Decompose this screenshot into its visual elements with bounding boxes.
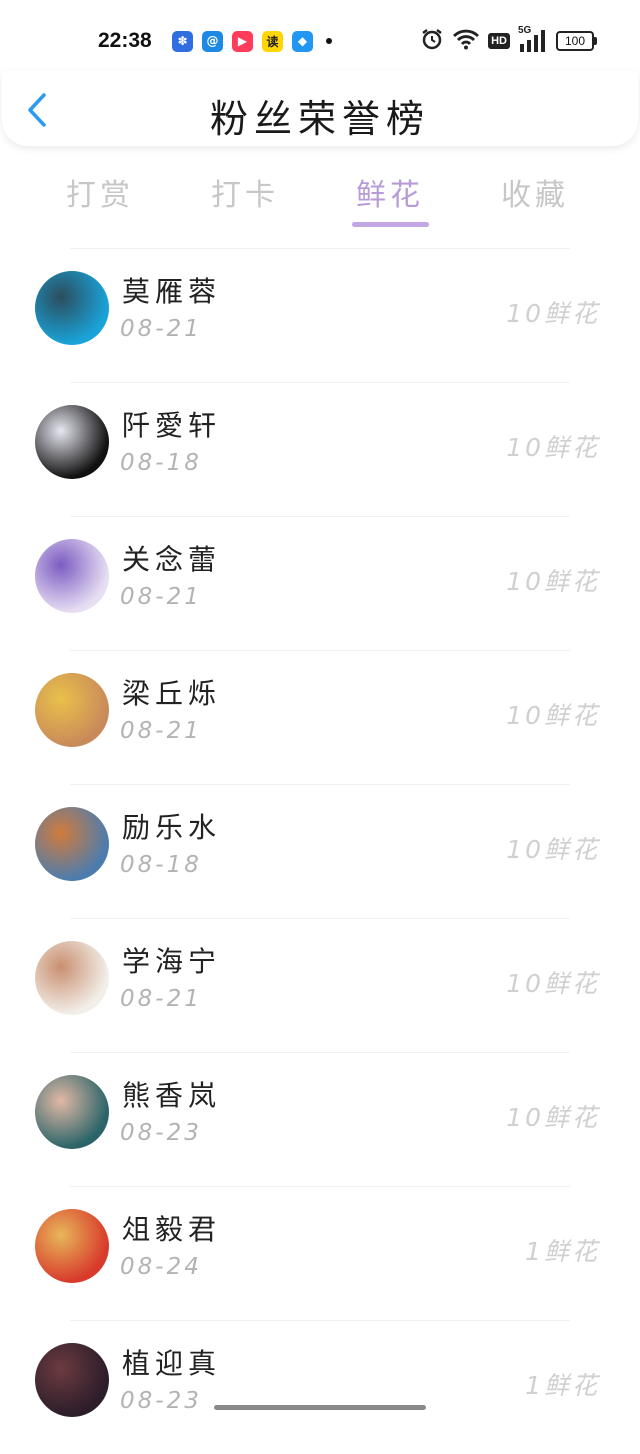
fan-list-item[interactable]: 莫雁蓉 08-21 10鲜花 [0, 248, 640, 382]
fan-date: 08-18 [120, 852, 202, 878]
fan-list-item[interactable]: 阡愛轩 08-18 10鲜花 [0, 382, 640, 516]
fan-date: 08-24 [120, 1254, 202, 1280]
page-title: 粉丝荣誉榜 [209, 97, 430, 141]
fan-name: 俎毅君 [122, 1213, 222, 1246]
fan-date: 08-18 [120, 450, 202, 476]
fan-list-item[interactable]: 俎毅君 08-24 1鲜花 [0, 1186, 640, 1320]
fan-list-item[interactable]: 植迎真 08-23 1鲜花 [0, 1320, 640, 1454]
avatar-hamster-icon[interactable] [35, 673, 109, 747]
fan-name: 梁丘烁 [122, 677, 222, 710]
fan-date: 08-23 [120, 1120, 202, 1146]
fan-date: 08-23 [120, 1388, 202, 1414]
fan-date: 08-21 [120, 718, 202, 744]
fan-name: 关念蕾 [122, 543, 222, 576]
avatar-woman-icon[interactable] [35, 1075, 109, 1149]
fan-name: 植迎真 [122, 1347, 222, 1380]
avatar-anime-girl-icon[interactable] [35, 539, 109, 613]
fan-name: 莫雁蓉 [122, 275, 222, 308]
avatar-sunglasses-icon[interactable] [35, 1209, 109, 1283]
fan-name: 学海宁 [122, 945, 222, 978]
status-time: 22:38 [98, 29, 152, 52]
read-app-icon: 读 [262, 30, 283, 52]
fan-list-item[interactable]: 学海宁 08-21 10鲜花 [0, 918, 640, 1052]
qq-browser-icon: @ [202, 30, 223, 52]
avatar-city-sunset-icon[interactable] [35, 807, 109, 881]
wifi-icon [452, 28, 480, 54]
tab-checkin[interactable]: 打卡 [195, 170, 295, 214]
fan-list-item[interactable]: 梁丘烁 08-21 10鲜花 [0, 650, 640, 784]
status-bar: 22:38 ✽ @ ▶ 读 ◆ HD 5G 100 [0, 0, 640, 70]
flower-count: 10鲜花 [506, 969, 600, 998]
fan-name: 励乐水 [122, 811, 222, 844]
battery-icon: 100 [556, 31, 597, 51]
video-play-icon: ▶ [232, 30, 253, 52]
fan-date: 08-21 [120, 986, 202, 1012]
avatar-night-forest-icon[interactable] [35, 1343, 109, 1417]
alarm-icon [420, 27, 444, 55]
avatar-ocean-icon[interactable] [35, 271, 109, 345]
fan-name: 阡愛轩 [122, 409, 222, 442]
flower-count: 1鲜花 [525, 1237, 600, 1266]
fan-name: 熊香岚 [122, 1079, 222, 1112]
tab-flowers[interactable]: 鲜花 [340, 170, 440, 214]
flower-count: 10鲜花 [506, 835, 600, 864]
flower-count: 10鲜花 [506, 299, 600, 328]
battery-level: 100 [564, 34, 586, 48]
flower-count: 10鲜花 [506, 567, 600, 596]
leaf-app-icon: ◆ [292, 30, 313, 52]
more-notifications-dot [326, 38, 332, 44]
tab-bar: 打赏 打卡 鲜花 收藏 [50, 164, 590, 234]
header-bar: 粉丝荣誉榜 [2, 70, 638, 146]
flower-count: 10鲜花 [506, 701, 600, 730]
flower-count: 10鲜花 [506, 1103, 600, 1132]
fan-list-item[interactable]: 励乐水 08-18 10鲜花 [0, 784, 640, 918]
tab-favorites[interactable]: 收藏 [485, 170, 585, 214]
baidu-paw-icon: ✽ [172, 30, 193, 52]
fan-date: 08-21 [120, 316, 202, 342]
flower-count: 1鲜花 [525, 1371, 600, 1400]
fan-list-item[interactable]: 熊香岚 08-23 10鲜花 [0, 1052, 640, 1186]
fan-list-item[interactable]: 关念蕾 08-21 10鲜花 [0, 516, 640, 650]
avatar-portrait-icon[interactable] [35, 405, 109, 479]
home-indicator[interactable] [214, 1405, 426, 1410]
hd-badge: HD [488, 33, 510, 49]
notification-icons: ✽ @ ▶ 读 ◆ [172, 30, 332, 52]
signal-icon: 5G [518, 25, 548, 53]
flower-count: 10鲜花 [506, 433, 600, 462]
system-icons: HD 5G 100 [420, 25, 597, 55]
avatar-cartoon-icon[interactable] [35, 941, 109, 1015]
fan-date: 08-21 [120, 584, 202, 610]
tab-tip[interactable]: 打赏 [50, 170, 150, 214]
active-tab-indicator [352, 222, 429, 227]
